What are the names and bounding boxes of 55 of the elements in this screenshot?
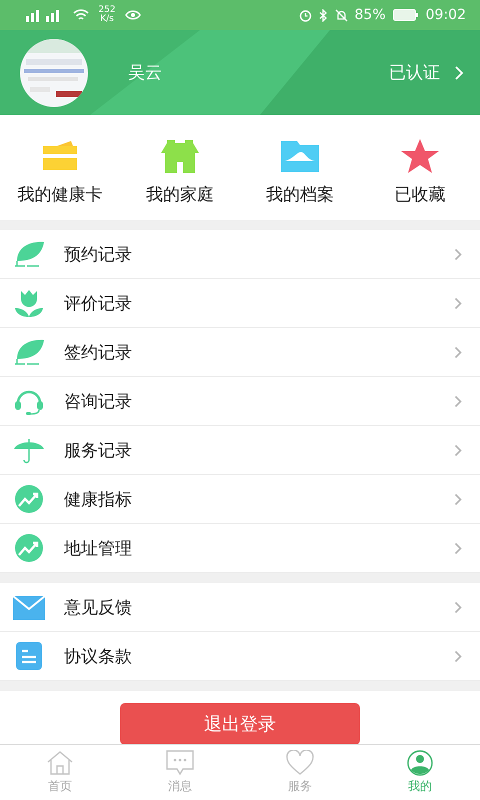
chevron-icon bbox=[454, 296, 462, 310]
chevron-icon bbox=[454, 600, 462, 614]
battery-icon bbox=[392, 9, 419, 21]
menu-item[interactable]: 预约记录 bbox=[0, 230, 480, 279]
bell-off-icon bbox=[334, 8, 348, 22]
menu-item[interactable]: 地址管理 bbox=[0, 524, 480, 573]
chevron-icon bbox=[454, 248, 462, 260]
shortcut-item[interactable]: 已收藏 bbox=[360, 115, 480, 220]
user-name: 吴云 bbox=[128, 62, 162, 84]
network-speed: 252 K/s bbox=[97, 6, 117, 24]
menu-label: 协议条款 bbox=[64, 646, 132, 668]
chevron-icon bbox=[454, 394, 462, 408]
menu-label: 预约记录 bbox=[64, 244, 132, 266]
wifi-icon bbox=[73, 8, 89, 22]
eye-icon bbox=[125, 9, 141, 21]
menu-label: 签约记录 bbox=[64, 342, 132, 364]
menu-label: 地址管理 bbox=[64, 538, 132, 560]
chat-icon bbox=[166, 750, 194, 776]
menu-label: 服务记录 bbox=[64, 440, 132, 462]
menu-item[interactable]: 协议条款 bbox=[0, 632, 480, 681]
bluetooth-icon bbox=[318, 8, 328, 22]
star-icon bbox=[400, 138, 440, 174]
menu-item[interactable]: 咨询记录 bbox=[0, 377, 480, 426]
menu-item[interactable]: 健康指标 bbox=[0, 475, 480, 524]
alarm-icon bbox=[298, 8, 312, 22]
menu-item[interactable]: 意见反馈 bbox=[0, 583, 480, 632]
chevron-icon bbox=[454, 444, 462, 456]
shortcut-item[interactable]: 我的档案 bbox=[240, 115, 360, 220]
chevron-icon bbox=[454, 346, 462, 358]
shortcut-item[interactable]: 我的家庭 bbox=[120, 115, 240, 220]
flower-icon bbox=[12, 288, 46, 318]
chevron-icon bbox=[454, 650, 462, 662]
leaf-icon bbox=[12, 337, 46, 367]
trend-icon bbox=[12, 484, 46, 514]
menu-item[interactable]: 评价记录 bbox=[0, 279, 480, 328]
menu-label: 评价记录 bbox=[64, 292, 132, 314]
menu-item[interactable]: 服务记录 bbox=[0, 426, 480, 475]
menu-label: 意见反馈 bbox=[64, 596, 132, 618]
menu-item[interactable]: 签约记录 bbox=[0, 328, 480, 377]
shortcut-item[interactable]: 我的健康卡 bbox=[0, 115, 120, 220]
chevron-icon bbox=[454, 542, 462, 554]
leaf-icon bbox=[12, 239, 46, 269]
chevron-icon bbox=[454, 64, 464, 80]
home-icon bbox=[46, 750, 74, 776]
house-icon bbox=[159, 138, 201, 174]
trend-icon bbox=[12, 533, 46, 563]
battery-percent: 85% bbox=[354, 7, 386, 23]
chevron-icon bbox=[454, 492, 462, 506]
menu-label: 健康指标 bbox=[64, 488, 132, 510]
folder-icon bbox=[279, 139, 321, 173]
heart-icon bbox=[286, 750, 314, 776]
user-icon bbox=[406, 750, 434, 776]
clock: 09:02 bbox=[426, 7, 466, 23]
logout-button[interactable]: 退出登录 bbox=[120, 703, 360, 745]
menu-label: 咨询记录 bbox=[64, 390, 132, 412]
